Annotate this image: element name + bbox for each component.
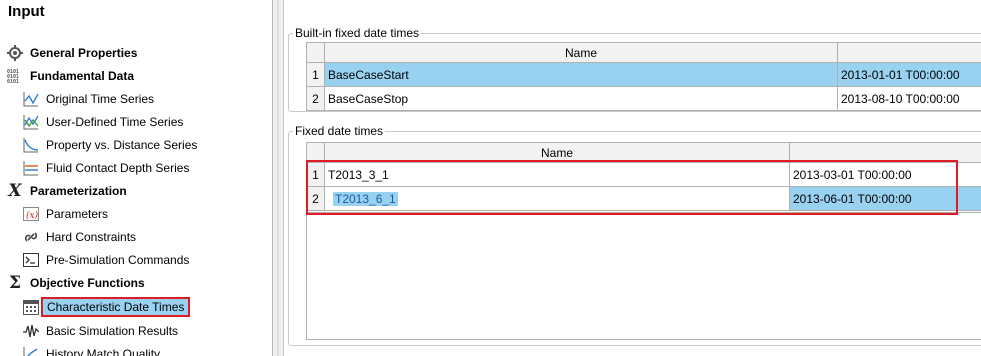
nav-item-label: Objective Functions (30, 276, 145, 290)
curve-chart-icon (22, 137, 40, 153)
nav-item-label: Basic Simulation Results (46, 324, 179, 338)
table-row[interactable]: 1 T2013_3_1 2013-03-01 T00:00:00 (306, 162, 981, 187)
name-cell[interactable]: BaseCaseStop (324, 86, 838, 111)
row-number: 2 (306, 86, 325, 111)
table-header-row: Name (306, 142, 981, 163)
command-prompt-icon (22, 252, 40, 268)
gear-icon (6, 45, 24, 61)
fixed-date-table: Name 1 T2013_3_1 2013-03-01 T00:00:00 2 … (306, 142, 981, 211)
nav-item-label: Hard Constraints (46, 230, 137, 244)
nav-item-history-match-quality[interactable]: History Match Quality (22, 343, 160, 356)
group-legend: Fixed date times (295, 124, 384, 138)
main-content: Built-in fixed date times Name 1 BaseCas… (284, 0, 981, 356)
nav-item-label: Parameterization (30, 184, 127, 198)
nav-item-label: Pre-Simulation Commands (46, 253, 190, 267)
nav-item-basic-simulation-results[interactable]: Basic Simulation Results (22, 320, 178, 342)
nav-item-pre-simulation-commands[interactable]: Pre-Simulation Commands (22, 249, 189, 271)
panel-splitter[interactable] (272, 0, 284, 356)
binary-data-icon: 0101 0101 0101 (6, 68, 24, 84)
row-number-header (306, 142, 325, 163)
svg-text:(x): (x) (26, 210, 39, 221)
name-edit-text[interactable]: T2013_6_1 (333, 191, 398, 206)
column-header-name[interactable]: Name (324, 42, 838, 63)
column-header-datetime[interactable] (789, 142, 981, 163)
nav-item-characteristic-date-times[interactable]: Characteristic Date Times (22, 296, 191, 318)
nav-item-original-time-series[interactable]: Original Time Series (22, 88, 154, 110)
datetime-cell[interactable]: 2013-06-01 T00:00:00 (789, 186, 981, 211)
parameter-x-icon: (x) (22, 206, 40, 222)
nav-item-parameters[interactable]: (x) Parameters (22, 203, 108, 225)
nav-item-property-vs-distance-series[interactable]: Property vs. Distance Series (22, 134, 197, 156)
line-chart-icon (22, 91, 40, 107)
nav-item-fundamental-data[interactable]: 0101 0101 0101 Fundamental Data (6, 65, 134, 87)
column-header-name[interactable]: Name (324, 142, 790, 163)
nav-item-label: General Properties (30, 46, 138, 60)
name-cell[interactable]: BaseCaseStart (324, 62, 838, 87)
sigma-icon: Σ (8, 273, 22, 293)
nav-item-hard-constraints[interactable]: Hard Constraints (22, 226, 136, 248)
name-cell-editing[interactable]: T2013_6_1 (324, 186, 790, 211)
table-row[interactable]: 2 T2013_6_1 2013-06-01 T00:00:00 (306, 186, 981, 211)
row-number-header (306, 42, 325, 63)
variable-x-icon: 𝑿 (8, 181, 22, 201)
constraint-link-icon (22, 229, 40, 245)
nav-item-fluid-contact-depth-series[interactable]: Fluid Contact Depth Series (22, 157, 189, 179)
nav-item-label: Original Time Series (46, 92, 155, 106)
navigation-panel: Input General Properties 0101 0101 0101 Fu… (0, 0, 272, 356)
table-row[interactable]: 1 BaseCaseStart 2013-01-01 T00:00:00 (306, 62, 981, 87)
nav-item-user-defined-time-series[interactable]: User-Defined Time Series (22, 111, 183, 133)
column-header-datetime[interactable] (837, 42, 981, 63)
datetime-cell[interactable]: 2013-01-01 T00:00:00 (837, 62, 981, 87)
multi-line-chart-icon (22, 114, 40, 130)
nav-item-label: Parameters (46, 207, 109, 221)
calendar-icon (22, 299, 40, 315)
table-empty-area[interactable] (306, 212, 981, 340)
panel-title: Input (8, 3, 45, 20)
nav-item-label: User-Defined Time Series (46, 115, 184, 129)
quality-icon (22, 346, 40, 356)
row-number: 1 (306, 162, 325, 187)
svg-text:0101: 0101 (7, 79, 19, 84)
nav-item-parameterization[interactable]: 𝑿 Parameterization (6, 180, 127, 202)
datetime-cell[interactable]: 2013-08-10 T00:00:00 (837, 86, 981, 111)
waveform-icon (22, 323, 40, 339)
nav-item-label: Fundamental Data (30, 69, 135, 83)
nav-item-label: Property vs. Distance Series (46, 138, 198, 152)
datetime-cell[interactable]: 2013-03-01 T00:00:00 (789, 162, 981, 187)
table-row[interactable]: 2 BaseCaseStop 2013-08-10 T00:00:00 (306, 86, 981, 111)
group-legend: Built-in fixed date times (295, 26, 420, 40)
row-number: 2 (306, 186, 325, 211)
depth-series-icon (22, 160, 40, 176)
nav-item-label: Fluid Contact Depth Series (46, 161, 190, 175)
nav-item-label: Characteristic Date Times (41, 297, 191, 317)
name-cell[interactable]: T2013_3_1 (324, 162, 790, 187)
nav-item-general-properties[interactable]: General Properties (6, 42, 137, 64)
nav-item-label: History Match Quality (46, 347, 161, 356)
builtin-date-table: Name 1 BaseCaseStart 2013-01-01 T00:00:0… (306, 42, 981, 111)
table-header-row: Name (306, 42, 981, 63)
nav-item-objective-functions[interactable]: Σ Objective Functions (6, 272, 145, 294)
row-number: 1 (306, 62, 325, 87)
